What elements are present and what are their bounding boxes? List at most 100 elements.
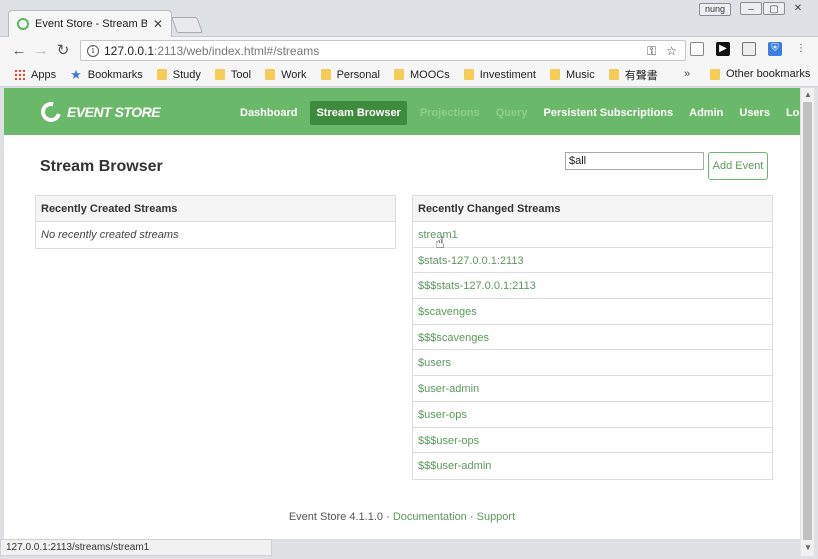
close-window-icon[interactable]: ✕ bbox=[787, 2, 809, 15]
shield-extension-icon[interactable]: ⛨ bbox=[768, 42, 782, 56]
hand-cursor-icon: ☝ bbox=[435, 235, 445, 252]
bookmark-star-icon[interactable]: ☆ bbox=[666, 44, 677, 59]
nav-log-out[interactable]: Log Out bbox=[778, 101, 800, 125]
reader-extension-icon[interactable] bbox=[742, 42, 756, 56]
nav-projections[interactable]: Projections bbox=[412, 101, 488, 125]
minimize-icon[interactable]: – bbox=[740, 2, 762, 15]
app-header: EVENT STORE Dashboard Stream Browser Pro… bbox=[4, 88, 800, 135]
empty-message: No recently created streams bbox=[41, 229, 179, 241]
extension-icons: ▶ ⛨ ⋮ bbox=[690, 42, 808, 56]
menu-dots-icon[interactable]: ⋮ bbox=[794, 42, 808, 56]
main-nav: Dashboard Stream Browser Projections Que… bbox=[232, 101, 800, 125]
browser-titlebar: Event Store - Stream Bro ✕ nung – ▢ ✕ bbox=[0, 0, 818, 37]
nav-query[interactable]: Query bbox=[488, 101, 536, 125]
bookmark-folder[interactable]: Tool bbox=[214, 69, 251, 81]
new-tab-button[interactable] bbox=[171, 17, 203, 33]
tab-title: Event Store - Stream Bro bbox=[35, 18, 147, 30]
address-bar[interactable]: i 127.0.0.1:2113/web/index.html#/streams… bbox=[80, 40, 686, 61]
bookmark-folder[interactable]: MOOCs bbox=[393, 69, 450, 81]
bookmark-folder[interactable]: Music bbox=[549, 69, 595, 81]
stream-link[interactable]: $$$user-ops bbox=[418, 435, 479, 447]
url-text: 127.0.0.1:2113/web/index.html#/streams bbox=[104, 43, 320, 58]
stream-row[interactable]: $stats-127.0.0.1:2113 bbox=[413, 248, 772, 274]
page-title: Stream Browser bbox=[40, 158, 163, 175]
folder-icon bbox=[265, 69, 276, 80]
bookmark-folder[interactable]: Personal bbox=[320, 69, 380, 81]
stream-row[interactable]: $scavenges bbox=[413, 299, 772, 325]
panel-heading: Recently Changed Streams bbox=[413, 196, 772, 222]
bookmarks-bar: Apps ★ Bookmarks Study Tool Work Persona… bbox=[0, 63, 818, 87]
stream-link[interactable]: $$$user-admin bbox=[418, 460, 491, 472]
folder-icon bbox=[156, 69, 167, 80]
other-bookmarks[interactable]: Other bookmarks bbox=[710, 68, 810, 80]
scroll-down-icon[interactable]: ▼ bbox=[804, 543, 812, 552]
stream-link[interactable]: $user-ops bbox=[418, 409, 467, 421]
stream-id-input[interactable] bbox=[565, 152, 704, 170]
stream-row[interactable]: $$$stats-127.0.0.1:2113 bbox=[413, 273, 772, 300]
stream-link[interactable]: $$$scavenges bbox=[418, 332, 489, 344]
bookmarks-overflow-button[interactable]: » bbox=[684, 68, 690, 80]
stream-link[interactable]: $users bbox=[418, 357, 451, 369]
footer-separator: · bbox=[469, 511, 474, 523]
folder-icon bbox=[608, 69, 619, 80]
stream-row[interactable]: $user-admin bbox=[413, 376, 772, 402]
nav-admin[interactable]: Admin bbox=[681, 101, 731, 125]
bookmark-folder[interactable]: Work bbox=[265, 69, 307, 81]
folder-icon bbox=[320, 69, 331, 80]
forward-arrow-icon[interactable]: → bbox=[30, 42, 52, 59]
folder-icon bbox=[710, 68, 720, 80]
nav-stream-browser[interactable]: Stream Browser bbox=[310, 101, 407, 125]
stream-link[interactable]: $stats-127.0.0.1:2113 bbox=[418, 255, 524, 267]
bookmark-bookmarks[interactable]: ★ Bookmarks bbox=[70, 67, 143, 83]
status-bar: 127.0.0.1:2113/streams/stream1 bbox=[0, 539, 272, 556]
footer-separator: · bbox=[386, 511, 390, 523]
profile-badge[interactable]: nung bbox=[699, 3, 732, 16]
key-icon[interactable]: ⚿ bbox=[647, 44, 656, 59]
folder-icon bbox=[393, 69, 404, 80]
tab-close-icon[interactable]: ✕ bbox=[153, 17, 163, 31]
star-icon: ★ bbox=[70, 66, 82, 82]
stream-row[interactable]: $user-ops bbox=[413, 402, 772, 428]
info-icon[interactable]: i bbox=[87, 44, 99, 57]
nav-dashboard[interactable]: Dashboard bbox=[232, 101, 305, 125]
folder-icon bbox=[463, 69, 474, 80]
page-footer: Event Store 4.1.1.0 · Documentation · Su… bbox=[4, 511, 800, 523]
stream-row[interactable]: $users bbox=[413, 350, 772, 377]
logo-ring-icon bbox=[37, 98, 65, 126]
nav-persistent-subscriptions[interactable]: Persistent Subscriptions bbox=[536, 101, 682, 125]
maximize-icon[interactable]: ▢ bbox=[763, 2, 785, 15]
documentation-link[interactable]: Documentation bbox=[393, 511, 467, 523]
stream-link[interactable]: $$$stats-127.0.0.1:2113 bbox=[418, 280, 536, 292]
add-event-button[interactable]: Add Event bbox=[708, 152, 768, 180]
scroll-up-icon[interactable]: ▲ bbox=[804, 90, 812, 99]
play-extension-icon[interactable]: ▶ bbox=[716, 42, 730, 56]
page-viewport: EVENT STORE Dashboard Stream Browser Pro… bbox=[4, 88, 800, 539]
stream-row[interactable]: $$$user-admin bbox=[413, 453, 772, 479]
stream-link[interactable]: $user-admin bbox=[418, 383, 479, 395]
vertical-scrollbar[interactable]: ▲ ▼ bbox=[800, 88, 814, 556]
stream-row[interactable]: $$$scavenges bbox=[413, 325, 772, 351]
back-arrow-icon[interactable]: ← bbox=[8, 42, 30, 59]
eventstore-favicon-icon bbox=[17, 18, 29, 30]
version-text: Event Store 4.1.1.0 bbox=[288, 511, 384, 523]
nav-users[interactable]: Users bbox=[731, 101, 778, 125]
browser-tab[interactable]: Event Store - Stream Bro ✕ bbox=[8, 10, 172, 37]
copy-extension-icon[interactable] bbox=[690, 42, 704, 56]
recently-created-panel: Recently Created Streams No recently cre… bbox=[35, 195, 396, 249]
stream-row[interactable]: $$$user-ops bbox=[413, 428, 772, 454]
apps-grid-icon bbox=[14, 69, 25, 80]
folder-icon bbox=[214, 69, 225, 80]
bookmark-folder[interactable]: Study bbox=[156, 69, 201, 81]
stream-row[interactable]: stream1 bbox=[413, 222, 772, 248]
support-link[interactable]: Support bbox=[477, 511, 516, 523]
eventstore-logo[interactable]: EVENT STORE bbox=[37, 98, 161, 126]
bookmark-folder[interactable]: Investiment bbox=[463, 69, 536, 81]
panel-heading: Recently Created Streams bbox=[36, 196, 395, 222]
bookmark-apps[interactable]: Apps bbox=[14, 69, 56, 81]
bookmark-folder[interactable]: 有聲書 bbox=[608, 67, 658, 83]
recently-changed-panel: Recently Changed Streams stream1 $stats-… bbox=[412, 195, 773, 480]
stream-link[interactable]: $scavenges bbox=[418, 306, 477, 318]
folder-icon bbox=[549, 69, 560, 80]
reload-icon[interactable]: ↻ bbox=[52, 41, 74, 59]
scroll-thumb[interactable] bbox=[803, 102, 812, 540]
